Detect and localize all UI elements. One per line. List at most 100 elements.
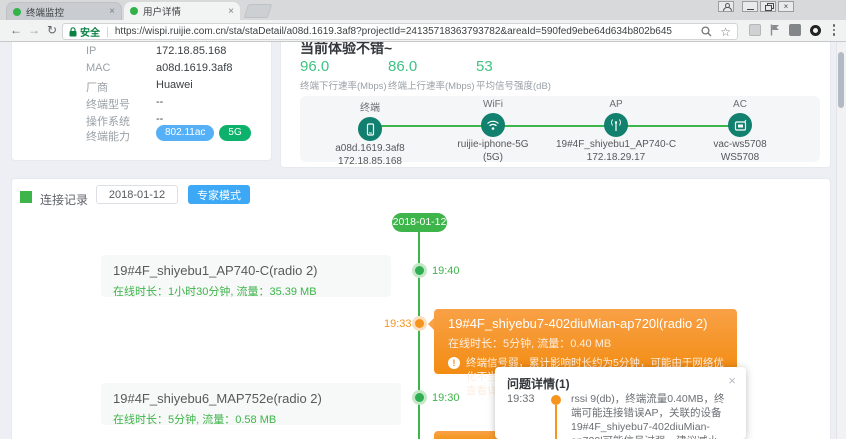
timeline-event-card[interactable]: 19#4F_shiyebu1_AP740-C(radio 2) 在线时长：1小时… (101, 255, 391, 297)
timeline-dot (412, 263, 427, 278)
event-ap-name: 19#4F_shiyebu6_MAP752e(radio 2) (113, 391, 389, 406)
timeline-dot-warning (412, 316, 427, 331)
node-name: a08d.1619.3af8 (310, 143, 430, 154)
metric-value: 86.0 (388, 58, 475, 75)
tab-terminal-monitor[interactable]: 终端监控 × (6, 2, 122, 20)
bookmark-star-icon[interactable]: ☆ (720, 26, 731, 38)
device-row: 厂商Huawei (86, 79, 108, 95)
records-title: 连接记录 (40, 191, 88, 208)
browser-chrome: 终端监控 × 用户详情 × × ← → ↻ 安全 (0, 0, 846, 42)
node-name: 19#4F_shiyebu1_AP740-C (556, 139, 676, 150)
flag-extension-icon[interactable] (770, 24, 780, 36)
device-label: IP (86, 45, 96, 57)
metric-value: 96.0 (300, 58, 387, 75)
timeline-event-card[interactable]: 19#4F_shiyebu6_MAP752e(radio 2) 在线时长：5分钟… (101, 383, 401, 425)
device-label: MAC (86, 62, 110, 74)
metric-value: 53 (476, 58, 551, 75)
device-value: 172.18.85.168 (156, 45, 226, 57)
metric-downlink: 96.0 终端下行速率(Mbps) (300, 58, 387, 92)
device-label: 厂商 (86, 82, 108, 94)
device-label: 终端能力 (86, 131, 130, 143)
tab-title: 用户详情 (143, 4, 224, 18)
back-button[interactable]: ← (8, 23, 24, 37)
access-point-icon (604, 113, 628, 137)
metric-label: 终端上行速率(Mbps) (388, 78, 475, 92)
device-label: 终端型号 (86, 99, 130, 111)
wifi-icon (481, 113, 505, 137)
popup-title: 问题详情(1) (507, 375, 734, 392)
topology-node-ac: AC vac-ws5708 WS5708 (680, 96, 800, 163)
close-icon[interactable]: × (728, 373, 736, 388)
date-input[interactable] (96, 185, 178, 204)
node-type-label: AC (680, 99, 800, 110)
address-bar[interactable]: 安全 | https://wispi.ruijie.com.cn/sta/sta… (62, 23, 738, 40)
tab-title: 终端监控 (26, 5, 105, 19)
extension-icon[interactable] (789, 24, 801, 36)
secure-label: 安全 (80, 24, 100, 39)
node-name: ruijie-iphone-5G (433, 139, 553, 150)
node-type-label: 终端 (310, 99, 430, 114)
node-name: vac-ws5708 (680, 139, 800, 150)
browser-window: IP172.18.85.168 MACa08d.1619.3af8 厂商Huaw… (0, 0, 846, 439)
device-value: -- (156, 96, 163, 108)
event-ap-name: 19#4F_shiyebu7-402diuMian-ap720l(radio 2… (448, 316, 725, 331)
extension-ring-icon[interactable] (810, 25, 821, 36)
tab-close-icon[interactable]: × (109, 6, 115, 17)
zoom-icon[interactable] (701, 26, 712, 37)
device-capability-row: 终端能力 802.11ac5G (86, 128, 130, 144)
problem-details-popup: 问题详情(1) × 19:33 rssi 9(db)，终端流量0.40MB，终端… (495, 367, 746, 439)
tab-user-detail[interactable]: 用户详情 × (124, 2, 240, 20)
close-window-button[interactable]: × (778, 1, 794, 12)
node-sub: WS5708 (680, 152, 800, 163)
controller-icon (728, 113, 752, 137)
event-detail: 在线时长：1小时30分钟, 流量：35.39 MB (113, 283, 379, 299)
expert-mode-button[interactable]: 专家模式 (188, 185, 250, 204)
event-time: 19:40 (432, 265, 460, 277)
new-tab-button[interactable] (244, 4, 273, 18)
profile-button[interactable] (718, 1, 734, 12)
extension-icon[interactable] (749, 24, 761, 36)
popup-timeline-marker (545, 393, 571, 439)
node-type-label: WiFi (433, 99, 553, 110)
device-value: -- (156, 113, 163, 125)
reload-button[interactable]: ↻ (44, 23, 60, 37)
timeline-line (418, 230, 420, 439)
capability-badge-5g: 5G (219, 125, 250, 141)
node-sub: 172.18.85.168 (310, 156, 430, 167)
device-row: IP172.18.85.168 (86, 45, 96, 57)
node-sub: (5G) (433, 152, 553, 163)
browser-toolbar: ← → ↻ 安全 | https://wispi.ruijie.com.cn/s… (0, 20, 846, 42)
secure-indicator[interactable]: 安全 (69, 24, 100, 39)
restore-button[interactable] (760, 1, 776, 12)
tab-favicon (13, 8, 21, 16)
url-text: https://wispi.ruijie.com.cn/sta/staDetai… (115, 26, 701, 37)
forward-button[interactable]: → (26, 23, 42, 37)
metric-uplink: 86.0 终端上行速率(Mbps) (388, 58, 475, 92)
browser-menu-icon[interactable] (830, 24, 839, 36)
node-type-label: AP (556, 99, 676, 110)
metric-label: 终端下行速率(Mbps) (300, 78, 387, 92)
tab-favicon (130, 7, 138, 15)
timeline-date-badge: 2018-01-12 (392, 213, 447, 232)
device-row: 操作系统-- (86, 113, 130, 129)
device-label: 操作系统 (86, 116, 130, 128)
timeline-problem-card[interactable]: 19#4F_shiyebu7-402diuMian-ap720l(radio 2… (434, 309, 737, 374)
event-detail: 在线时长：5分钟, 流量：0.58 MB (113, 411, 389, 427)
timeline-dot (412, 390, 427, 405)
person-icon (722, 3, 730, 11)
topology-node-ap: AP 19#4F_shiyebu1_AP740-C 172.18.29.17 (556, 96, 676, 163)
device-value: a08d.1619.3af8 (156, 62, 232, 74)
popup-problem-text: rssi 9(db)，终端流量0.40MB，终端可能连接错误AP，关联的设备19… (571, 393, 726, 439)
scrollbar-thumb[interactable] (838, 52, 844, 108)
metric-rssi: 53 平均信号强度(dB) (476, 58, 551, 92)
records-legend-square (20, 191, 32, 203)
device-row: 终端型号-- (86, 96, 130, 112)
tab-close-icon[interactable]: × (228, 6, 234, 17)
device-info-card: IP172.18.85.168 MACa08d.1619.3af8 厂商Huaw… (11, 36, 272, 161)
phone-icon (358, 117, 382, 141)
topology-node-terminal: 终端 a08d.1619.3af8 172.18.85.168 (310, 96, 430, 167)
device-value: Huawei (156, 79, 193, 91)
minimize-button[interactable] (742, 1, 758, 12)
topology-strip: 终端 a08d.1619.3af8 172.18.85.168 WiFi rui… (300, 96, 820, 162)
warning-icon: ! (448, 357, 460, 369)
